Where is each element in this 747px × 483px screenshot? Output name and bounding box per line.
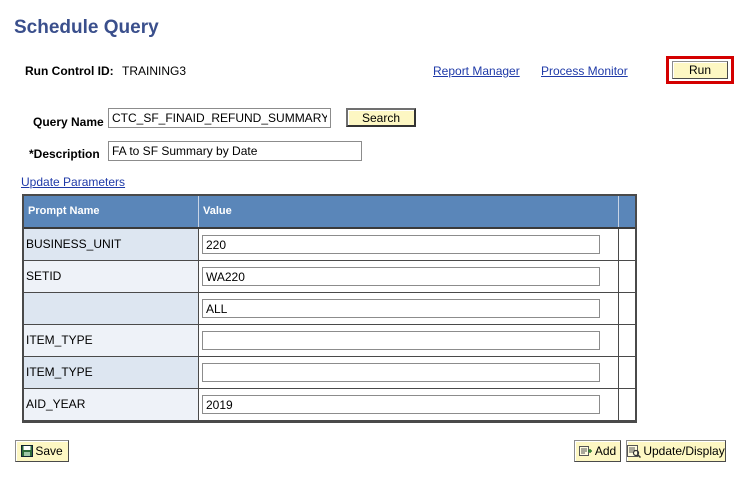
prompt-value-input[interactable]	[202, 235, 600, 254]
prompt-grid: Prompt Name Value BUSINESS_UNIT SETID IT…	[22, 194, 637, 423]
prompt-value-input[interactable]	[202, 331, 600, 350]
page-title: Schedule Query	[14, 17, 159, 38]
update-display-button[interactable]: Update/Display	[626, 440, 726, 462]
prompt-value-input[interactable]	[202, 363, 600, 382]
prompt-name-cell: ITEM_TYPE	[24, 357, 199, 388]
description-label: *Description	[29, 147, 100, 161]
row-spacer	[619, 229, 635, 260]
value-cell	[199, 325, 619, 356]
prompt-name-cell: SETID	[24, 261, 199, 292]
prompt-name-cell: AID_YEAR	[24, 389, 199, 420]
value-cell	[199, 261, 619, 292]
value-cell	[199, 293, 619, 324]
run-control-label: Run Control ID:	[25, 64, 114, 78]
table-row: ITEM_TYPE	[24, 325, 635, 357]
prompt-value-input[interactable]	[202, 299, 600, 318]
table-row: SETID	[24, 261, 635, 293]
run-button-highlight: Run	[666, 56, 734, 84]
table-row: AID_YEAR	[24, 389, 635, 421]
add-button[interactable]: Add	[574, 440, 621, 462]
value-cell	[199, 229, 619, 260]
prompt-value-input[interactable]	[202, 267, 600, 286]
prompt-name-cell: BUSINESS_UNIT	[24, 229, 199, 260]
update-display-icon	[627, 444, 642, 458]
grid-header: Prompt Name Value	[24, 196, 635, 229]
save-button[interactable]: Save	[15, 440, 69, 462]
row-spacer	[619, 261, 635, 292]
prompt-value-input[interactable]	[202, 395, 600, 414]
save-button-label: Save	[35, 444, 63, 458]
run-control-value: TRAINING3	[122, 64, 187, 78]
run-button[interactable]: Run	[672, 61, 728, 79]
value-column-header: Value	[199, 196, 619, 227]
value-cell	[199, 357, 619, 388]
prompt-name-cell: ITEM_TYPE	[24, 325, 199, 356]
description-input[interactable]	[108, 141, 362, 161]
add-icon	[578, 445, 593, 457]
grid-header-spacer	[619, 196, 635, 227]
row-spacer	[619, 325, 635, 356]
table-row	[24, 293, 635, 325]
search-button[interactable]: Search	[346, 108, 416, 127]
prompt-name-column-header: Prompt Name	[24, 196, 199, 227]
add-button-label: Add	[594, 444, 617, 458]
prompt-name-cell	[24, 293, 199, 324]
row-spacer	[619, 357, 635, 388]
update-parameters-link[interactable]: Update Parameters	[21, 175, 125, 189]
save-disk-icon	[21, 445, 34, 457]
row-spacer	[619, 389, 635, 420]
update-display-button-label: Update/Display	[643, 444, 725, 458]
process-monitor-link[interactable]: Process Monitor	[541, 64, 628, 78]
table-row: ITEM_TYPE	[24, 357, 635, 389]
value-cell	[199, 389, 619, 420]
row-spacer	[619, 293, 635, 324]
report-manager-link[interactable]: Report Manager	[433, 64, 520, 78]
query-name-label: Query Name	[33, 115, 104, 129]
table-row: BUSINESS_UNIT	[24, 229, 635, 261]
query-name-input[interactable]	[108, 108, 331, 128]
